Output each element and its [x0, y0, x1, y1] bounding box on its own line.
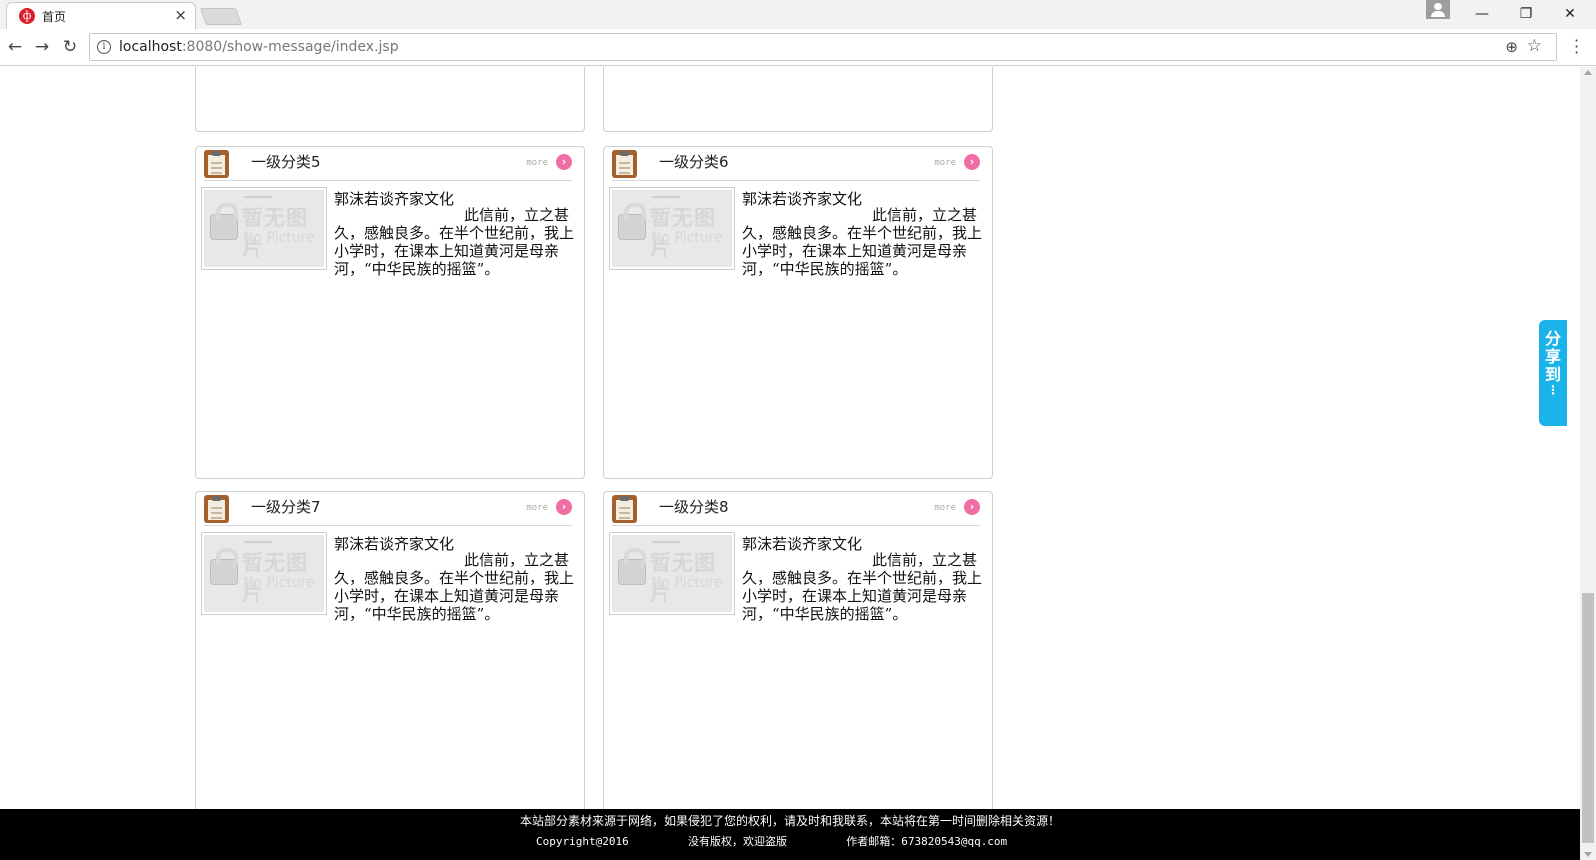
article-thumbnail[interactable]: 暂无图片 No Picture: [201, 532, 327, 615]
card-header: 一级分类7 more ›: [196, 492, 584, 526]
clipboard-icon: [612, 495, 637, 523]
article-thumbnail[interactable]: 暂无图片 No Picture: [609, 532, 735, 615]
article-excerpt: 此信前，立之甚久，感触良多。在半个世纪前，我上小学时，在课本上知道黄河是母亲河，…: [334, 206, 575, 278]
thumb-tag: [652, 196, 680, 198]
card-header: 一级分类6 more ›: [604, 147, 992, 181]
reload-icon[interactable]: ↻: [59, 36, 81, 58]
lock-icon: [618, 203, 646, 240]
article-excerpt: 此信前，立之甚久，感触良多。在半个世纪前，我上小学时，在课本上知道黄河是母亲河，…: [742, 206, 983, 278]
article-thumbnail[interactable]: 暂无图片 No Picture: [201, 187, 327, 270]
chevron-right-icon[interactable]: ›: [964, 154, 980, 170]
thumb-tag: [652, 541, 680, 543]
no-picture-en: No Picture: [651, 575, 723, 591]
category-card: 一级分类5 more › 暂无图片 No Picture 郭沫若谈齐家文化 此信…: [195, 146, 585, 479]
divider: [204, 180, 572, 181]
no-picture-image: 暂无图片 No Picture: [204, 535, 324, 612]
article-excerpt: 此信前，立之甚久，感触良多。在半个世纪前，我上小学时，在课本上知道黄河是母亲河，…: [334, 551, 575, 623]
tab-title: 首页: [42, 10, 67, 24]
lock-icon: [210, 203, 238, 240]
footer-meta: Copyright@2016 没有版权，欢迎盗版 作者邮箱：673820543@…: [536, 833, 1007, 849]
more-link[interactable]: more: [526, 503, 548, 513]
card-header: 一级分类5 more ›: [196, 147, 584, 181]
category-title[interactable]: 一级分类5: [251, 151, 321, 172]
restore-button[interactable]: ❐: [1514, 4, 1538, 24]
clipboard-icon: [204, 495, 229, 523]
scrollbar-thumb[interactable]: [1582, 593, 1594, 843]
bookmark-star-icon[interactable]: ☆: [1527, 36, 1542, 56]
browser-toolbar: ← → ↻ i localhost:8080/show-message/inde…: [0, 29, 1596, 66]
chevron-right-icon[interactable]: ›: [964, 499, 980, 515]
lock-icon: [210, 548, 238, 585]
share-label-2: 享: [1544, 347, 1561, 366]
category-title[interactable]: 一级分类6: [659, 151, 729, 172]
info-icon[interactable]: i: [97, 40, 111, 54]
url-host: localhost: [119, 39, 182, 55]
more-dots-icon: ⋮: [1547, 383, 1559, 397]
browser-tab[interactable]: ф 首页 ×: [6, 2, 196, 29]
footer-notice: 本站部分素材来源于网络，如果侵犯了您的权利，请及时和我联系，本站将在第一时间删除…: [519, 814, 1060, 828]
footer-copyright: Copyright@2016: [536, 835, 629, 848]
browser-menu-icon[interactable]: · · ·: [1574, 33, 1579, 61]
tab-close-icon[interactable]: ×: [174, 6, 187, 24]
site-favicon-icon: ф: [19, 8, 35, 24]
address-bar[interactable]: i localhost:8080/show-message/index.jsp …: [89, 33, 1557, 61]
share-label-3: 到: [1544, 365, 1561, 384]
minimize-button[interactable]: —: [1470, 4, 1494, 24]
profile-icon[interactable]: [1426, 0, 1450, 19]
category-card: 一级分类8 more › 暂无图片 No Picture 郭沫若谈齐家文化 此信…: [603, 491, 993, 824]
footer-email: 作者邮箱：673820543@qq.com: [846, 835, 1008, 848]
scroll-down-icon[interactable]: [1584, 852, 1592, 857]
no-picture-image: 暂无图片 No Picture: [612, 190, 732, 267]
divider: [612, 180, 980, 181]
chevron-right-icon[interactable]: ›: [556, 154, 572, 170]
no-picture-en: No Picture: [243, 575, 315, 591]
share-label-1: 分: [1544, 329, 1561, 348]
forward-arrow-icon[interactable]: →: [31, 36, 53, 58]
thumb-tag: [244, 196, 272, 198]
no-picture-image: 暂无图片 No Picture: [612, 535, 732, 612]
divider: [204, 525, 572, 526]
lock-icon: [618, 548, 646, 585]
more-link[interactable]: more: [934, 503, 956, 513]
thumb-tag: [244, 541, 272, 543]
more-link[interactable]: more: [934, 158, 956, 168]
category-title[interactable]: 一级分类8: [659, 496, 729, 517]
clipboard-icon: [612, 150, 637, 178]
category-title[interactable]: 一级分类7: [251, 496, 321, 517]
card-header: 一级分类8 more ›: [604, 492, 992, 526]
vertical-scrollbar[interactable]: [1580, 67, 1596, 860]
card-partial-left: [195, 67, 585, 132]
page-footer: 本站部分素材来源于网络，如果侵犯了您的权利，请及时和我联系，本站将在第一时间删除…: [0, 809, 1580, 860]
scroll-up-icon[interactable]: [1584, 70, 1592, 75]
clipboard-icon: [204, 150, 229, 178]
category-card: 一级分类6 more › 暂无图片 No Picture 郭沫若谈齐家文化 此信…: [603, 146, 993, 479]
article-thumbnail[interactable]: 暂无图片 No Picture: [609, 187, 735, 270]
chevron-right-icon[interactable]: ›: [556, 499, 572, 515]
article-excerpt: 此信前，立之甚久，感触良多。在半个世纪前，我上小学时，在课本上知道黄河是母亲河，…: [742, 551, 983, 623]
url-text[interactable]: localhost:8080/show-message/index.jsp: [119, 39, 399, 55]
zoom-icon[interactable]: ⊕: [1505, 38, 1518, 56]
back-arrow-icon[interactable]: ←: [4, 36, 26, 58]
more-link[interactable]: more: [526, 158, 548, 168]
close-window-button[interactable]: ✕: [1558, 4, 1582, 24]
new-tab-button[interactable]: [199, 8, 243, 25]
no-picture-image: 暂无图片 No Picture: [204, 190, 324, 267]
card-partial-right: [603, 67, 993, 132]
no-picture-en: No Picture: [651, 230, 723, 246]
divider: [612, 525, 980, 526]
footer-no-rights: 没有版权，欢迎盗版: [687, 835, 787, 848]
share-button[interactable]: 分 享 到 ⋮: [1539, 320, 1567, 426]
category-card: 一级分类7 more › 暂无图片 No Picture 郭沫若谈齐家文化 此信…: [195, 491, 585, 824]
browser-tabbar: ф 首页 × — ❐ ✕: [0, 0, 1596, 29]
page-viewport: 一级分类5 more › 暂无图片 No Picture 郭沫若谈齐家文化 此信…: [0, 67, 1580, 860]
url-path: :8080/show-message/index.jsp: [181, 39, 399, 55]
no-picture-en: No Picture: [243, 230, 315, 246]
